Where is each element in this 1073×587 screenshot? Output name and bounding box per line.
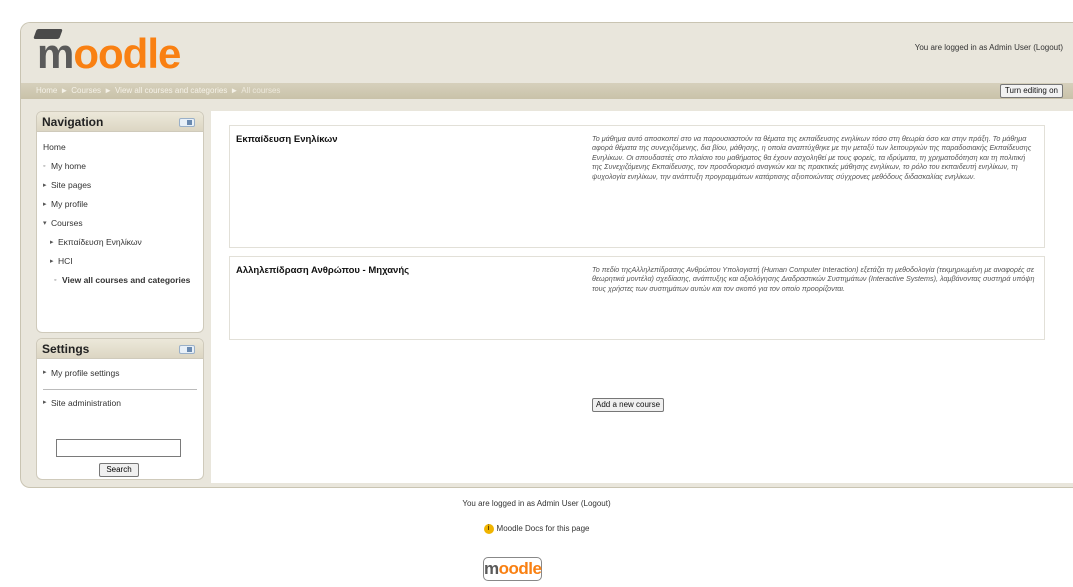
course-summary: Το πεδίο τηςΑλληλεπίδρασης Ανθρώπου Υπολ… [592, 265, 1035, 293]
footer-login-text: You are logged in as Admin User [462, 499, 579, 508]
expand-arrow-icon: ▸ [43, 201, 47, 208]
moodle-docs-link[interactable]: Moodle Docs for this page [497, 524, 590, 533]
nav-item-view-all-courses[interactable]: ◦ View all courses and categories [43, 271, 197, 286]
navigation-block-header: Navigation [37, 112, 203, 132]
nav-item-label: View all courses and categories [62, 275, 191, 285]
footer-login-info: You are logged in as Admin User (Logout) [0, 499, 1073, 508]
breadcrumb-view-all[interactable]: View all courses and categories [115, 86, 227, 95]
settings-item-label: Site administration [51, 398, 121, 408]
settings-item-label: My profile settings [51, 368, 120, 378]
navbar: Home ► Courses ► View all courses and catego… [21, 83, 1073, 99]
footer-logout-link[interactable]: (Logout) [581, 499, 611, 508]
nav-item-home[interactable]: Home [43, 138, 197, 157]
help-icon: i [483, 524, 494, 534]
course-name-link[interactable]: Αλληλεπίδραση Ανθρώπου - Μηχανής [236, 265, 409, 276]
breadcrumb-current: All courses [241, 86, 281, 95]
settings-item-site-administration[interactable]: ▸ Site administration [43, 389, 197, 412]
breadcrumb-separator: ► [230, 86, 239, 95]
settings-block: Settings ▸ My profile settings ▸ Site admi… [36, 338, 204, 480]
expand-arrow-icon: ▸ [50, 258, 54, 265]
nav-item-label: Εκπαίδευση Ενηλίκων [58, 237, 142, 247]
navigation-title: Navigation [42, 115, 104, 129]
settings-tree: ▸ My profile settings ▸ Site administratio… [37, 359, 203, 417]
footer-logo-rest: oodle [498, 559, 542, 578]
login-text: You are logged in as Admin User [914, 43, 1031, 52]
expand-arrow-icon: ▸ [43, 369, 47, 376]
nav-item-label: HCI [58, 256, 73, 266]
turn-editing-on-button[interactable]: Turn editing on [999, 84, 1063, 98]
logout-link[interactable]: (Logout) [1033, 43, 1063, 52]
expand-arrow-icon: ▸ [43, 182, 47, 189]
navigation-tree: Home ◦ My home ▸ Site pages ▸ My profile ▾ C… [37, 132, 203, 292]
course-item: Αλληλεπίδραση Ανθρώπου - Μηχανής Το πεδί… [229, 256, 1045, 340]
nav-item-label: Courses [51, 218, 83, 228]
nav-item-site-pages[interactable]: ▸ Site pages [43, 176, 197, 195]
header: moodle You are logged in as Admin User (… [21, 23, 1073, 83]
breadcrumb: Home ► Courses ► View all courses and catego… [36, 86, 280, 95]
expand-arrow-icon: ▸ [43, 399, 47, 406]
settings-item-my-profile-settings[interactable]: ▸ My profile settings [43, 364, 197, 382]
breadcrumb-courses[interactable]: Courses [71, 86, 101, 95]
bullet-icon: ◦ [43, 163, 46, 170]
moodle-logo[interactable]: moodle [33, 29, 181, 77]
login-info: You are logged in as Admin User (Logout) [915, 43, 1063, 52]
bullet-icon: ◦ [54, 277, 57, 284]
expand-arrow-icon: ▸ [50, 239, 54, 246]
mortarboard-icon [33, 29, 63, 39]
nav-item-my-profile[interactable]: ▸ My profile [43, 195, 197, 214]
main-content: Εκπαίδευση Ενηλίκων Το μάθημα αυτό αποσκ… [211, 111, 1073, 483]
page-container: moodle You are logged in as Admin User (… [20, 22, 1073, 488]
dock-block-icon[interactable] [179, 345, 195, 354]
nav-item-course-hci[interactable]: ▸ HCI [43, 252, 197, 271]
breadcrumb-separator: ► [104, 86, 112, 95]
admin-search-input[interactable] [56, 439, 181, 457]
add-new-course-button[interactable]: Add a new course [592, 398, 665, 412]
footer-moodle-logo[interactable]: moodle [483, 557, 542, 581]
nav-item-course-adult-education[interactable]: ▸ Εκπαίδευση Ενηλίκων [43, 233, 197, 252]
course-name-link[interactable]: Εκπαίδευση Ενηλίκων [236, 134, 338, 145]
navigation-block: Navigation Home ◦ My home ▸ Site pages ▸ My… [36, 111, 204, 333]
settings-title: Settings [42, 342, 90, 356]
nav-item-label: Site pages [51, 180, 92, 190]
settings-block-header: Settings [37, 339, 203, 359]
footer-logo-prefix: m [484, 559, 499, 578]
course-item: Εκπαίδευση Ενηλίκων Το μάθημα αυτό αποσκ… [229, 125, 1045, 248]
nav-item-courses[interactable]: ▾ Courses [43, 214, 197, 233]
breadcrumb-home[interactable]: Home [36, 86, 57, 95]
nav-item-my-home[interactable]: ◦ My home [43, 157, 197, 176]
nav-item-label: My profile [51, 199, 88, 209]
moodle-docs-line: i Moodle Docs for this page [0, 524, 1073, 534]
breadcrumb-separator: ► [60, 86, 69, 95]
collapse-arrow-icon: ▾ [43, 220, 47, 227]
nav-item-label: My home [51, 161, 86, 171]
dock-block-icon[interactable] [179, 118, 195, 127]
logo-rest: oodle [73, 30, 181, 77]
search-button[interactable]: Search [99, 463, 139, 477]
course-summary: Το μάθημα αυτό αποσκοπεί στο να παρουσια… [592, 134, 1032, 181]
